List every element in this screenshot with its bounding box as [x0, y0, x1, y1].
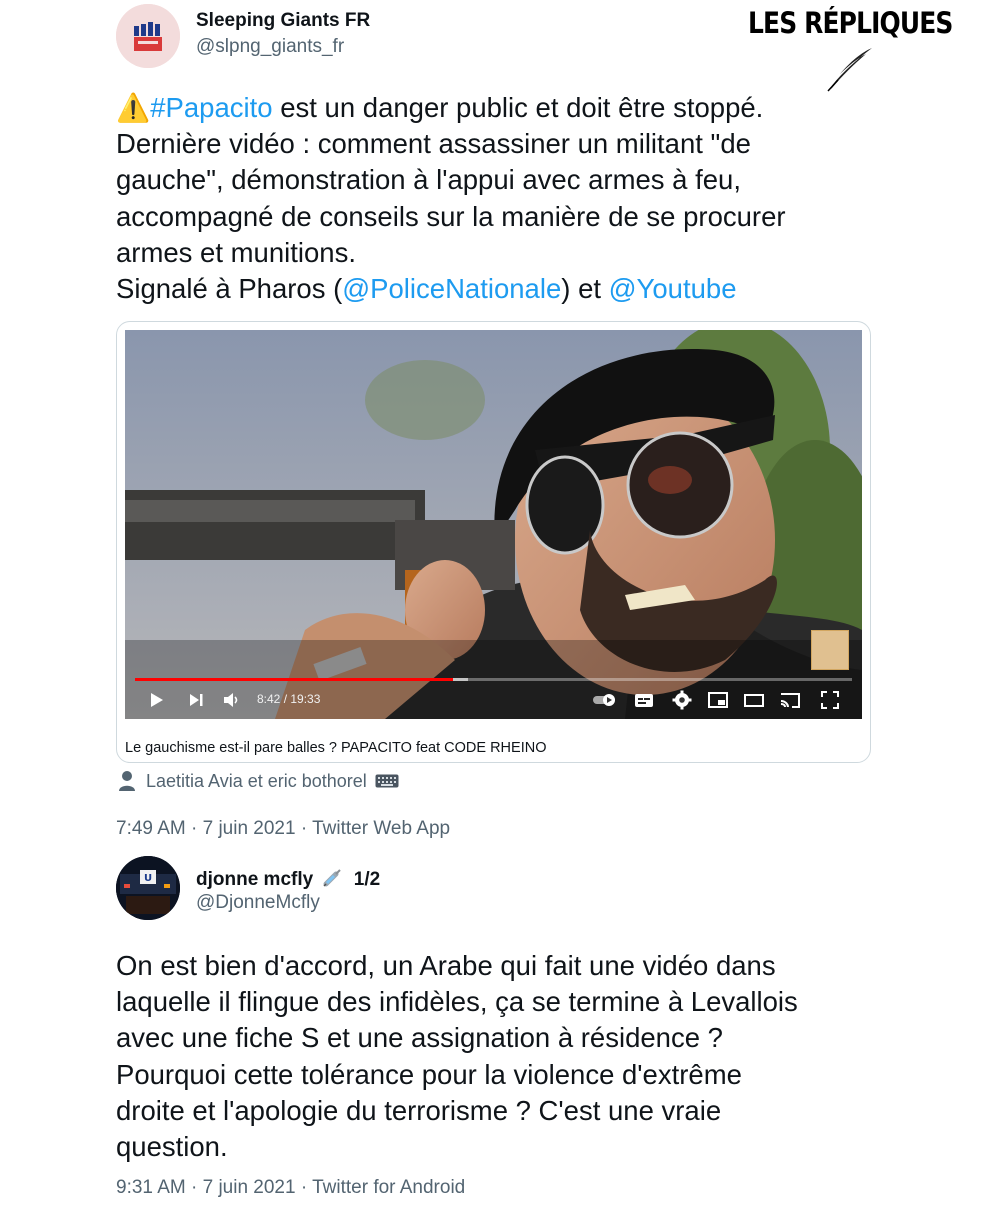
quill-icon	[827, 48, 872, 92]
channel-watermark	[811, 630, 849, 670]
video-time: 8:42 / 19:33	[257, 692, 321, 706]
video-controls: 8:42 / 19:33	[125, 685, 862, 719]
hashtag-link[interactable]: #Papacito	[150, 92, 272, 123]
video-thumbnail	[125, 330, 862, 719]
avatar-image: U	[116, 856, 180, 920]
avatar-djonne[interactable]: U	[116, 856, 180, 920]
played-bar	[135, 678, 454, 681]
les-repliques-logo: LES RÉPLIQUES	[748, 6, 958, 92]
mention-police-nationale[interactable]: @PoliceNationale	[342, 273, 561, 304]
brand-title: LES RÉPLIQUES	[748, 6, 953, 40]
tweet-body: On est bien d'accord, un Arabe qui fait …	[116, 948, 798, 1165]
volume-icon[interactable]	[221, 689, 243, 711]
svg-text:U: U	[144, 873, 152, 884]
tweet-body: ⚠️#Papacito est un danger public et doit…	[116, 90, 786, 307]
subtitles-icon[interactable]	[633, 689, 655, 711]
tweet-timestamp[interactable]: 7:49 AM · 7 juin 2021 · Twitter Web App	[116, 818, 450, 840]
settings-gear-icon[interactable]	[671, 689, 693, 711]
tweet-text-line: laquelle il flingue des infidèles, ça se…	[116, 986, 798, 1018]
miniplayer-icon[interactable]	[707, 689, 729, 711]
tagged-users[interactable]: Laetitia Avia et eric bothorel	[118, 770, 399, 792]
handle[interactable]: @slpng_giants_fr	[196, 36, 344, 58]
next-icon[interactable]	[185, 689, 207, 711]
display-name-text: djonne mcfly	[196, 869, 314, 890]
fullscreen-icon[interactable]	[819, 689, 841, 711]
handle[interactable]: @DjonneMcfly	[196, 892, 320, 914]
tweet-text-line: droite et l'apologie du terrorisme ? C'e…	[116, 1094, 722, 1126]
tweet-text-line: Pourquoi cette tolérance pour la violenc…	[116, 1058, 742, 1090]
play-icon[interactable]	[145, 689, 167, 711]
theater-mode-icon[interactable]	[743, 689, 765, 711]
video-player[interactable]: 8:42 / 19:33	[125, 330, 862, 719]
tweet-text-line: gauche", démonstration à l'appui avec ar…	[116, 164, 741, 196]
tagged-users-label: Laetitia Avia et eric bothorel	[146, 770, 367, 791]
mention-youtube[interactable]: @Youtube	[609, 273, 737, 304]
avatar-sleeping-giants[interactable]	[116, 4, 180, 68]
sleeping-giants-logo-icon	[116, 4, 180, 68]
warning-icon: ⚠️	[116, 92, 151, 123]
video-caption[interactable]: Le gauchisme est-il pare balles ? PAPACI…	[125, 740, 546, 756]
video-progress-bar[interactable]	[135, 678, 852, 681]
video-card[interactable]: 8:42 / 19:33 Le gauchisme est-il pare ba…	[116, 321, 871, 763]
tweet-text-line: accompagné de conseils sur la manière de…	[116, 200, 786, 232]
tweet-text-line: Dernière vidéo : comment assassiner un m…	[116, 128, 751, 160]
thread-count: 1/2	[353, 869, 381, 890]
tweet-text-line: avec une fiche S et une assignation à ré…	[116, 1022, 723, 1054]
display-name[interactable]: Sleeping Giants FR	[196, 10, 370, 32]
tweet-text-segment: ) et	[561, 273, 609, 305]
tweet-timestamp[interactable]: 9:31 AM · 7 juin 2021 · Twitter for Andr…	[116, 1177, 465, 1199]
tweet-text-line: On est bien d'accord, un Arabe qui fait …	[116, 950, 776, 981]
syringe-icon	[323, 869, 342, 887]
tweet-text-line: est un danger public et doit être stoppé…	[272, 92, 764, 123]
autoplay-toggle-icon[interactable]	[591, 689, 619, 711]
tweet-text-line: armes et munitions.	[116, 236, 356, 268]
person-icon	[119, 771, 135, 791]
tweet-text-line: question.	[116, 1131, 228, 1163]
display-name[interactable]: djonne mcfly 1/2	[196, 866, 380, 891]
tweet-text-segment: Signalé à Pharos (	[116, 273, 343, 305]
cast-icon[interactable]	[779, 689, 801, 711]
keyboard-icon	[375, 774, 399, 788]
